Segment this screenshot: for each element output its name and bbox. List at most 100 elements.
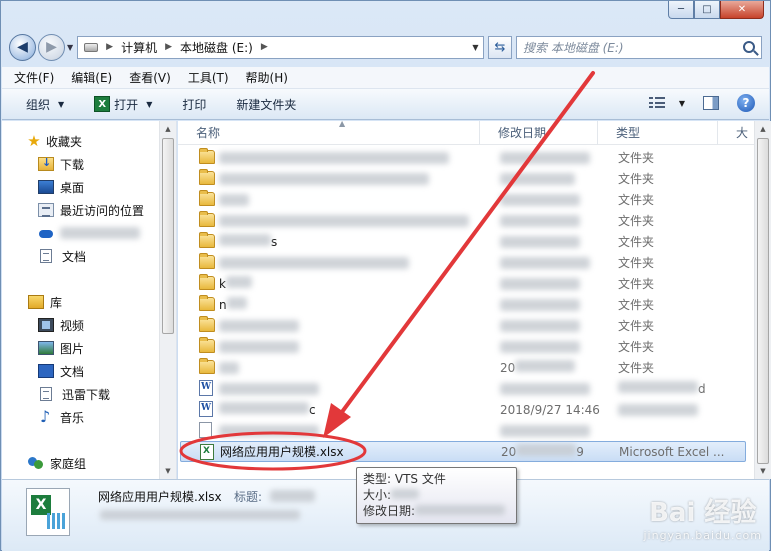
file-icon: [199, 422, 212, 438]
nav-favorites[interactable]: ★ 收藏夹: [26, 131, 82, 151]
file-name: n: [219, 297, 247, 312]
nav-videos[interactable]: 视频: [38, 315, 84, 335]
column-header: ▲ 名称 修改日期 类型 大: [178, 119, 771, 145]
address-bar[interactable]: ▶ 计算机 ▶ 本地磁盘 (E:) ▶ ▼: [77, 35, 484, 59]
chevron-down-icon: ▼: [146, 99, 153, 109]
nav-scrollbar[interactable]: ▲ ▼: [159, 121, 176, 479]
column-size[interactable]: 大: [718, 121, 754, 145]
scroll-up-arrow[interactable]: ▲: [755, 121, 771, 137]
recent-places-icon: [38, 203, 54, 217]
nav-cloud-drive[interactable]: [38, 223, 140, 243]
details-title-label: 标题:: [234, 490, 263, 504]
table-row[interactable]: 文件夹: [178, 168, 746, 189]
address-dropdown[interactable]: ▼: [467, 43, 483, 52]
help-icon[interactable]: ?: [737, 94, 755, 112]
table-row[interactable]: k 文件夹: [178, 273, 746, 294]
back-button[interactable]: ◀: [9, 33, 36, 61]
table-row[interactable]: 文件夹: [178, 210, 746, 231]
print-button[interactable]: 打印: [182, 96, 206, 113]
breadcrumb-drive-e[interactable]: 本地磁盘 (E:): [180, 39, 253, 56]
redacted-date: [500, 424, 590, 437]
redacted-name: [219, 256, 409, 269]
recent-pages-dropdown[interactable]: ▼: [67, 43, 73, 52]
table-row[interactable]: s 文件夹: [178, 231, 746, 252]
tooltip-modified: 修改日期:: [363, 503, 510, 519]
watermark-url: jingyan.baidu.com: [643, 529, 762, 542]
scroll-up-arrow[interactable]: ▲: [160, 121, 176, 137]
menu-help[interactable]: 帮助(H): [246, 69, 288, 86]
tooltip-size: 大小:: [363, 487, 510, 503]
nav-pictures[interactable]: 图片: [38, 338, 84, 358]
table-row[interactable]: 文件夹: [178, 252, 746, 273]
column-name[interactable]: 名称: [178, 121, 480, 145]
chevron-right-icon[interactable]: ▶: [165, 42, 172, 52]
scrollbar-thumb[interactable]: [162, 138, 174, 334]
table-row[interactable]: 文件夹: [178, 147, 746, 168]
nav-homegroup[interactable]: 家庭组: [28, 453, 86, 473]
folder-icon: [199, 190, 215, 206]
scrollbar-thumb[interactable]: [757, 138, 769, 464]
watermark-brand: Bai 经验: [649, 498, 757, 528]
table-row[interactable]: 文件夹: [178, 189, 746, 210]
excel-file-icon: [200, 444, 214, 460]
file-type: 文件夹: [618, 340, 655, 354]
refresh-button[interactable]: ⇆: [488, 35, 512, 59]
menu-view[interactable]: 查看(V): [129, 69, 171, 86]
document-icon: [40, 387, 52, 401]
file-list-scrollbar[interactable]: ▲ ▼: [754, 121, 771, 479]
table-row[interactable]: n 文件夹: [178, 294, 746, 315]
menu-file[interactable]: 文件(F): [14, 69, 54, 86]
close-button[interactable]: ✕: [720, 1, 764, 19]
table-row[interactable]: c 2018/9/27 14:46: [178, 399, 746, 420]
redacted-name: [219, 361, 239, 374]
change-view-icon[interactable]: [648, 97, 665, 109]
table-row[interactable]: 文件夹: [178, 315, 746, 336]
file-type: 文件夹: [618, 214, 655, 228]
redacted-name: [219, 172, 429, 185]
nav-label: 音乐: [60, 410, 85, 425]
nav-documents[interactable]: 文档: [40, 246, 86, 266]
menu-tools[interactable]: 工具(T): [188, 69, 229, 86]
column-date[interactable]: 修改日期: [480, 121, 598, 145]
forward-button[interactable]: ▶: [38, 33, 65, 61]
search-input[interactable]: 搜索 本地磁盘 (E:): [516, 35, 762, 59]
organize-button[interactable]: 组织 ▼: [26, 96, 64, 113]
chevron-right-icon[interactable]: ▶: [106, 42, 113, 52]
table-row[interactable]: d: [178, 378, 746, 399]
nav-desktop[interactable]: 桌面: [38, 177, 84, 197]
menu-edit[interactable]: 编辑(E): [71, 69, 112, 86]
nav-label: 桌面: [60, 180, 85, 195]
table-row[interactable]: 文件夹: [178, 336, 746, 357]
table-row[interactable]: 20 文件夹: [178, 357, 746, 378]
table-row-selected[interactable]: 网络应用用户规模.xlsx 209 Microsoft Excel ...: [180, 441, 746, 462]
file-date: 2018/9/27 14:46: [500, 402, 600, 417]
nav-library-documents[interactable]: 文档: [38, 361, 84, 381]
maximize-button[interactable]: □: [694, 1, 720, 19]
redacted-date: [500, 214, 580, 227]
folder-icon: [199, 211, 215, 227]
scroll-down-arrow[interactable]: ▼: [160, 463, 176, 479]
chevron-right-icon[interactable]: ▶: [261, 42, 268, 52]
preview-pane-icon[interactable]: [703, 96, 719, 110]
open-label: 打开: [114, 97, 139, 112]
downloads-folder-icon: [38, 156, 54, 171]
chevron-down-icon[interactable]: ▼: [679, 99, 685, 108]
redacted-name: [219, 151, 449, 164]
nav-downloads[interactable]: 下载: [38, 154, 84, 174]
nav-xunlei-downloads[interactable]: 迅雷下载: [40, 384, 110, 404]
print-label: 打印: [182, 97, 207, 112]
column-type[interactable]: 类型: [598, 121, 718, 145]
scroll-down-arrow[interactable]: ▼: [755, 463, 771, 479]
open-button[interactable]: X 打开 ▼: [94, 96, 152, 113]
breadcrumb-computer[interactable]: 计算机: [121, 39, 157, 56]
redacted-date: [500, 340, 580, 353]
search-icon[interactable]: [743, 41, 755, 53]
caption-buttons: ─ □ ✕: [668, 1, 764, 19]
nav-music[interactable]: 音乐: [38, 407, 84, 427]
table-row[interactable]: [178, 420, 746, 441]
nav-libraries[interactable]: 库: [28, 292, 62, 312]
nav-recent-places[interactable]: 最近访问的位置: [38, 200, 144, 220]
minimize-button[interactable]: ─: [668, 1, 694, 19]
new-folder-button[interactable]: 新建文件夹: [236, 96, 296, 113]
nav-label: 视频: [60, 318, 85, 333]
